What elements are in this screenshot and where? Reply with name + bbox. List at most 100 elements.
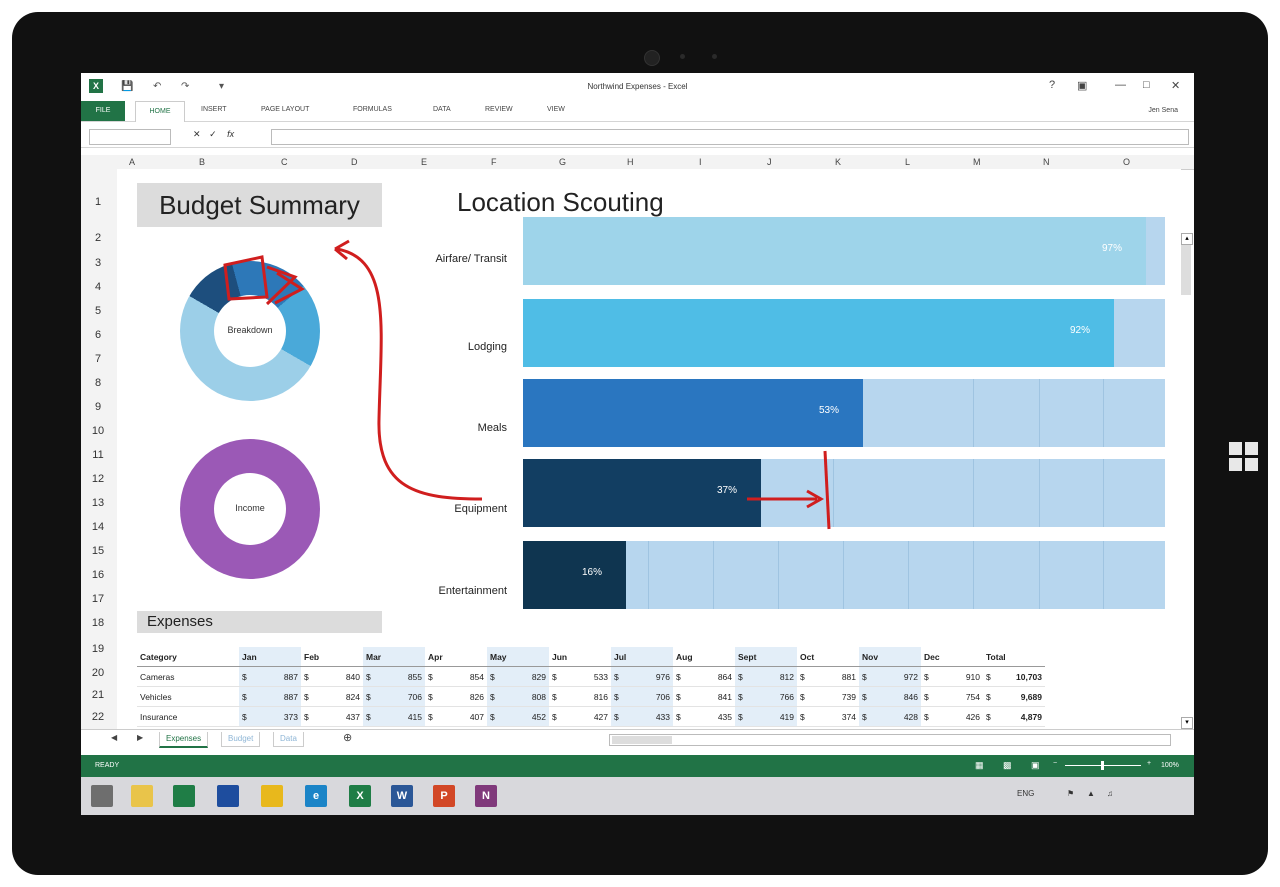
total-cell[interactable]: $9,689 <box>983 686 1045 707</box>
value-cell[interactable]: $808 <box>487 686 549 707</box>
bar-track-lodging[interactable]: 92% <box>523 299 1165 367</box>
tab-view[interactable]: VIEW <box>547 106 565 113</box>
bar-entertainment[interactable] <box>523 541 626 609</box>
excel-taskbar-icon[interactable]: X <box>349 785 371 807</box>
insert-function-icon[interactable]: fx <box>227 129 234 139</box>
header-cell[interactable]: May <box>487 647 549 667</box>
value-cell[interactable]: $887 <box>239 686 301 707</box>
sheet-tab-data[interactable]: Data <box>273 732 304 747</box>
tab-file[interactable]: FILE <box>81 101 125 121</box>
table-row[interactable]: Cameras $887 $840 $855 $854 $829 $533 $976 $864 $… <box>137 666 1045 687</box>
value-cell[interactable]: $826 <box>425 686 487 707</box>
column-header[interactable]: L <box>905 157 910 167</box>
table-row[interactable]: Vehicles $887 $824 $706 $826 $808 $816 $706 $841… <box>137 686 1045 707</box>
scroll-up-icon[interactable]: ▴ <box>1181 233 1193 245</box>
bar-meals[interactable] <box>523 379 863 447</box>
row-header[interactable]: 13 <box>81 497 115 509</box>
value-cell[interactable]: $812 <box>735 666 797 687</box>
normal-view-icon[interactable]: ▦ <box>975 760 984 771</box>
prev-sheet-icon[interactable]: ◀ <box>111 733 117 742</box>
row-header[interactable]: 17 <box>81 593 115 605</box>
tab-data[interactable]: DATA <box>433 106 451 113</box>
value-cell[interactable]: $766 <box>735 686 797 707</box>
row-header[interactable]: 14 <box>81 521 115 533</box>
zoom-out-icon[interactable]: − <box>1053 760 1057 767</box>
column-header[interactable]: G <box>559 157 566 167</box>
value-cell[interactable]: $881 <box>797 666 859 687</box>
bar-track-airfare[interactable]: 97% <box>523 217 1165 285</box>
volume-icon[interactable]: ♫ <box>1107 789 1113 798</box>
column-header[interactable]: H <box>627 157 634 167</box>
bar-track-equipment[interactable]: 37% <box>523 459 1165 527</box>
row-header[interactable]: 4 <box>81 281 115 293</box>
header-cell[interactable]: Jul <box>611 647 673 667</box>
page-break-view-icon[interactable]: ▣ <box>1031 760 1040 771</box>
column-header[interactable]: I <box>699 157 702 167</box>
column-header[interactable]: F <box>491 157 497 167</box>
scroll-down-icon[interactable]: ▾ <box>1181 717 1193 729</box>
value-cell[interactable]: $976 <box>611 666 673 687</box>
column-header[interactable]: B <box>199 157 205 167</box>
outlook-icon[interactable] <box>217 785 239 807</box>
column-header[interactable]: O <box>1123 157 1130 167</box>
bar-track-meals[interactable]: 53% <box>523 379 1165 447</box>
row-header[interactable]: 7 <box>81 353 115 365</box>
row-header[interactable]: 10 <box>81 425 115 437</box>
row-header[interactable]: 19 <box>81 643 115 655</box>
row-header[interactable]: 21 <box>81 689 115 701</box>
header-cell[interactable]: Aug <box>673 647 735 667</box>
header-cell[interactable]: Nov <box>859 647 921 667</box>
value-cell[interactable]: $452 <box>487 706 549 727</box>
bar-lodging[interactable] <box>523 299 1114 367</box>
tab-home[interactable]: HOME <box>135 101 185 122</box>
enter-icon[interactable]: ✓ <box>209 129 217 139</box>
total-cell[interactable]: $10,703 <box>983 666 1045 687</box>
header-cell[interactable]: Feb <box>301 647 363 667</box>
zoom-in-icon[interactable]: + <box>1147 760 1151 767</box>
row-header[interactable]: 8 <box>81 377 115 389</box>
value-cell[interactable]: $419 <box>735 706 797 727</box>
value-cell[interactable]: $972 <box>859 666 921 687</box>
horizontal-scrollbar[interactable] <box>609 734 1171 746</box>
column-header[interactable]: J <box>767 157 772 167</box>
zoom-level[interactable]: 100% <box>1161 762 1179 769</box>
column-header[interactable]: M <box>973 157 981 167</box>
minimize-icon[interactable]: — <box>1115 79 1126 91</box>
next-sheet-icon[interactable]: ▶ <box>137 733 143 742</box>
header-cell[interactable]: Sept <box>735 647 797 667</box>
category-cell[interactable]: Insurance <box>137 706 239 727</box>
row-header[interactable]: 3 <box>81 257 115 269</box>
value-cell[interactable]: $816 <box>549 686 611 707</box>
value-cell[interactable]: $739 <box>797 686 859 707</box>
store-icon[interactable] <box>173 785 195 807</box>
word-icon[interactable]: W <box>391 785 413 807</box>
worksheet[interactable]: Budget Summary Breakdown Income Location… <box>117 169 1181 729</box>
page-layout-view-icon[interactable]: ▩ <box>1003 760 1012 771</box>
header-cell[interactable]: Apr <box>425 647 487 667</box>
name-box[interactable] <box>89 129 171 145</box>
row-header[interactable]: 22 <box>81 711 115 723</box>
close-icon[interactable]: ✕ <box>1171 79 1180 92</box>
row-header[interactable]: 12 <box>81 473 115 485</box>
column-header[interactable]: C <box>281 157 288 167</box>
row-header[interactable]: 2 <box>81 232 115 244</box>
table-row[interactable]: Insurance $373 $437 $415 $407 $452 $427 $433 $43… <box>137 706 1045 727</box>
row-header[interactable]: 5 <box>81 305 115 317</box>
onenote-icon[interactable]: N <box>475 785 497 807</box>
help-icon[interactable]: ? <box>1049 79 1055 91</box>
scroll-thumb[interactable] <box>612 736 672 744</box>
value-cell[interactable]: $533 <box>549 666 611 687</box>
category-cell[interactable]: Vehicles <box>137 686 239 707</box>
value-cell[interactable]: $829 <box>487 666 549 687</box>
header-cell[interactable]: Oct <box>797 647 859 667</box>
value-cell[interactable]: $428 <box>859 706 921 727</box>
header-cell[interactable]: Total <box>983 647 1045 667</box>
header-cell[interactable]: Jan <box>239 647 301 667</box>
file-explorer-icon[interactable] <box>131 785 153 807</box>
value-cell[interactable]: $374 <box>797 706 859 727</box>
header-cell[interactable]: Jun <box>549 647 611 667</box>
value-cell[interactable]: $754 <box>921 686 983 707</box>
column-header[interactable]: A <box>129 157 135 167</box>
value-cell[interactable]: $864 <box>673 666 735 687</box>
value-cell[interactable]: $437 <box>301 706 363 727</box>
